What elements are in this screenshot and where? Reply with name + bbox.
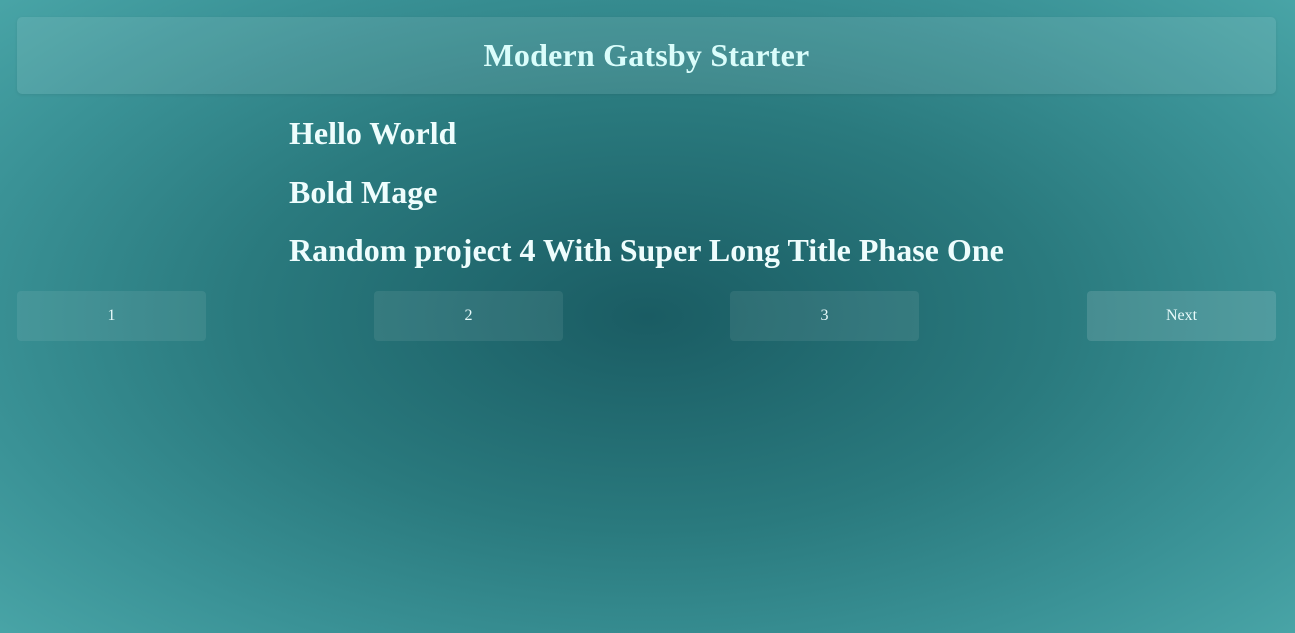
page-1-button[interactable]: 1: [17, 291, 206, 341]
post-link-random-project-4[interactable]: Random project 4 With Super Long Title P…: [289, 229, 1004, 271]
page-2-button[interactable]: 2: [374, 291, 563, 341]
next-page-button[interactable]: Next: [1087, 291, 1276, 341]
pagination: 1 2 3 Next: [17, 291, 1276, 341]
post-list: Hello World Bold Mage Random project 4 W…: [289, 112, 1004, 288]
page-3-button[interactable]: 3: [730, 291, 919, 341]
post-link-hello-world[interactable]: Hello World: [289, 112, 1004, 154]
site-title[interactable]: Modern Gatsby Starter: [484, 37, 810, 74]
site-header: Modern Gatsby Starter: [17, 17, 1276, 94]
post-link-bold-mage[interactable]: Bold Mage: [289, 171, 1004, 213]
